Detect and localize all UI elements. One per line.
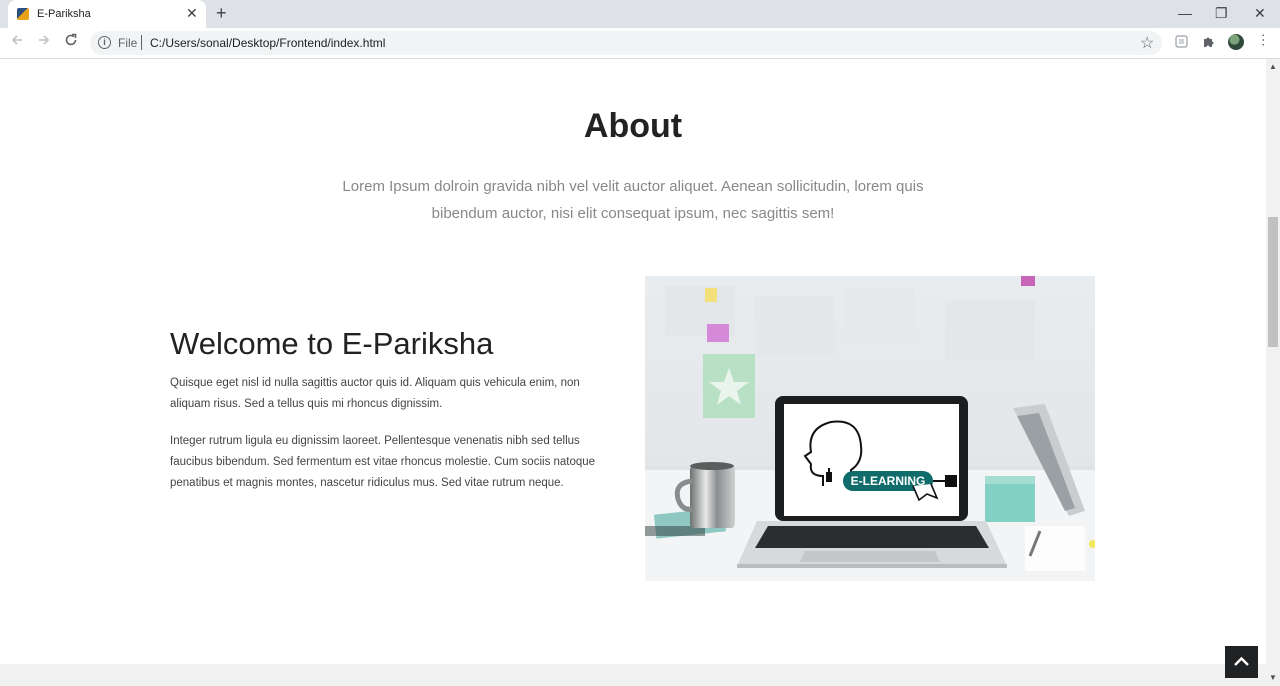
browser-tab-strip: E-Pariksha ✕ + — ❐ ✕ [0, 0, 1280, 28]
browser-toolbar: i File C:/Users/sonal/Desktop/Frontend/i… [0, 28, 1280, 59]
next-section-strip [0, 664, 1266, 686]
about-subtitle: Lorem Ipsum dolroin gravida nibh vel vel… [342, 178, 924, 222]
star-icon[interactable]: ☆ [1140, 33, 1154, 53]
about-title: About [583, 107, 683, 145]
info-icon[interactable]: i [98, 36, 111, 49]
scrollbar-thumb[interactable] [1268, 217, 1278, 347]
page-viewport: About Lorem Ipsum dolroin gravida nibh v… [0, 59, 1266, 686]
kebab-menu-icon[interactable]: ⋯ [1256, 33, 1272, 47]
vertical-scrollbar[interactable]: ▲ ▼ [1266, 59, 1280, 686]
tab-close-icon[interactable]: ✕ [186, 5, 198, 21]
extension-icon[interactable] [1175, 35, 1188, 50]
welcome-paragraph-2: Integer rutrum ligula eu dignissim laore… [170, 435, 596, 489]
puzzle-icon[interactable] [1202, 35, 1215, 50]
new-tab-button[interactable]: + [216, 3, 227, 23]
forward-icon[interactable] [37, 33, 51, 52]
welcome-heading: Welcome to E-Pariksha [170, 326, 494, 361]
tab-e-pariksha[interactable]: E-Pariksha ✕ [8, 0, 206, 28]
restore-button[interactable]: ❐ [1215, 4, 1228, 22]
close-window-button[interactable]: ✕ [1254, 4, 1266, 22]
address-bar[interactable]: i File C:/Users/sonal/Desktop/Frontend/i… [90, 31, 1162, 55]
scroll-up-arrow-icon[interactable]: ▲ [1269, 62, 1277, 71]
scroll-to-top-button[interactable] [1225, 646, 1258, 678]
profile-avatar[interactable] [1228, 34, 1244, 50]
url-scheme-label: File [118, 36, 138, 50]
e-learning-laptop-image: E-LEARNING [645, 276, 1095, 581]
url-separator [141, 35, 142, 50]
scroll-down-arrow-icon[interactable]: ▼ [1269, 673, 1277, 682]
url-text[interactable]: C:/Users/sonal/Desktop/Frontend/index.ht… [150, 36, 385, 50]
welcome-paragraph-1: Quisque eget nisl id nulla sagittis auct… [170, 377, 580, 410]
tab-title: E-Pariksha [37, 8, 91, 20]
chevron-up-icon [1234, 656, 1249, 666]
back-icon[interactable] [10, 33, 24, 52]
site-favicon-icon [17, 8, 29, 20]
minimize-button[interactable]: — [1178, 4, 1192, 22]
reload-icon[interactable] [64, 33, 78, 52]
